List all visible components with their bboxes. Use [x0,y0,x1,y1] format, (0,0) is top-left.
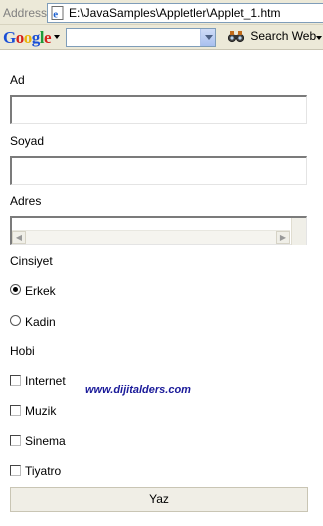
ad-label: Ad [10,73,25,87]
ie-page-icon: e [51,6,64,21]
hobi-label: Hobi [10,344,35,358]
tiyatro-checkbox[interactable] [10,465,21,476]
address-bar: Address e E:\JavaSamples\Appletler\Apple… [0,0,323,25]
google-logo[interactable]: Google [3,28,52,48]
address-label: Address [3,6,48,20]
watermark-text: www.dijitalders.com [85,384,191,396]
soyad-label: Soyad [10,134,45,148]
google-logo-g2: g [31,28,41,47]
svg-text:e: e [53,9,58,21]
search-web-label: Search Web [250,29,317,43]
adres-textarea[interactable]: ◀ ▶ [10,216,307,245]
google-search-dropdown-icon[interactable] [200,29,215,46]
binoculars-icon [228,31,244,43]
erkek-radio-label: Erkek [25,284,56,298]
muzik-checkbox-label: Muzik [25,404,57,418]
scroll-left-icon[interactable]: ◀ [12,231,26,244]
kadin-radio-label: Kadin [25,315,56,329]
ad-input[interactable] [10,95,307,124]
adres-horizontal-scrollbar[interactable]: ◀ ▶ [12,230,290,244]
adres-scrollbar-corner [291,218,306,245]
address-url[interactable]: E:\JavaSamples\Appletler\Applet_1.htm [69,6,280,20]
tiyatro-checkbox-label: Tiyatro [25,464,62,478]
internet-checkbox[interactable] [10,375,21,386]
search-web-caret-icon[interactable] [316,36,322,40]
adres-label: Adres [10,194,42,208]
google-logo-g1: G [3,28,16,47]
scroll-right-icon[interactable]: ▶ [276,231,290,244]
google-search-input[interactable] [66,28,216,47]
yaz-button[interactable]: Yaz [10,487,308,512]
soyad-input[interactable] [10,156,307,185]
google-menu-caret-icon[interactable] [54,35,60,39]
internet-checkbox-label: Internet [25,374,66,388]
google-logo-o1: o [15,28,25,47]
kadin-radio[interactable] [10,315,21,326]
search-web-button[interactable]: Search Web [228,29,316,47]
google-logo-e: e [43,28,52,47]
google-logo-o2: o [23,28,33,47]
sinema-checkbox-label: Sinema [25,434,66,448]
muzik-checkbox[interactable] [10,405,21,416]
sinema-checkbox[interactable] [10,435,21,446]
google-toolbar: Google Search Web [0,25,323,50]
address-field[interactable]: e E:\JavaSamples\Appletler\Applet_1.htm [47,3,323,23]
cinsiyet-label: Cinsiyet [10,254,53,268]
erkek-radio[interactable] [10,284,21,295]
